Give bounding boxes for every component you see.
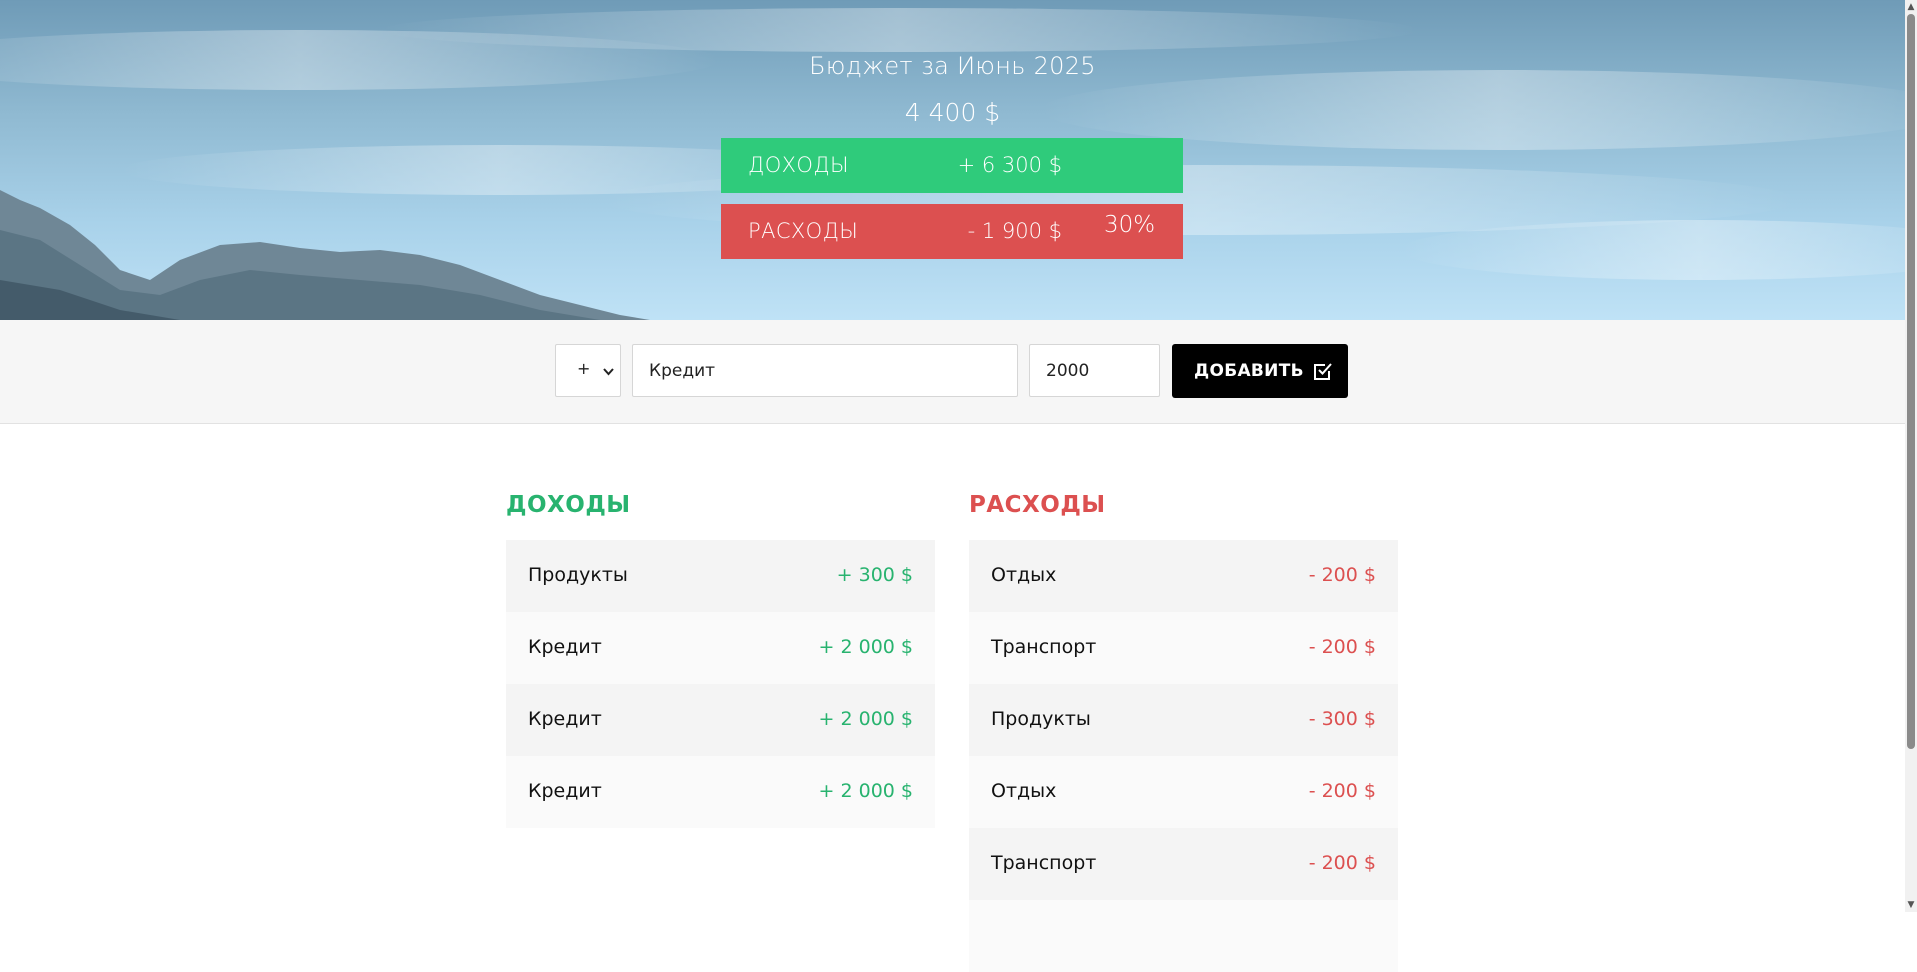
income-item-desc: Продукты (528, 564, 628, 586)
checkbox-icon (1312, 360, 1334, 387)
expense-summary-value: - 1 900 $ (967, 219, 1062, 243)
income-item: Кредит + 2 000 $ (506, 684, 935, 756)
budget-header: Бюджет за Июнь 2025 4 400 $ ДОХОДЫ + 6 3… (0, 0, 1905, 320)
expense-item-amount: - 300 $ (1308, 708, 1376, 730)
expense-item-amount: - 200 $ (1308, 564, 1376, 586)
expense-summary-label: РАСХОДЫ (748, 219, 859, 243)
income-list: Продукты + 300 $ Кредит + 2 000 $ Кредит… (506, 540, 935, 828)
expense-item: Продукты - 300 $ (969, 684, 1398, 756)
expense-item: Отдых - 200 $ (969, 756, 1398, 828)
expense-item-amount: - 200 $ (1308, 852, 1376, 874)
scroll-down-arrow-icon[interactable]: ▼ (1907, 900, 1915, 910)
mountain-image (0, 190, 650, 320)
income-item: Кредит + 2 000 $ (506, 756, 935, 828)
expense-summary: РАСХОДЫ - 1 900 $ 30% (721, 204, 1183, 259)
expense-item-desc: Отдых (991, 780, 1057, 802)
expense-list: Отдых - 200 $ Транспорт - 200 $ Продукты… (969, 540, 1398, 972)
expense-item-desc: Продукты (991, 708, 1091, 730)
income-item-amount: + 300 $ (836, 564, 913, 586)
add-item-bar: + ДОБАВИТЬ (0, 320, 1905, 424)
income-title: ДОХОДЫ (506, 492, 631, 518)
page-scrollbar[interactable]: ▲ ▼ (1905, 0, 1917, 912)
income-summary-label: ДОХОДЫ (748, 153, 849, 177)
expense-item-desc: Транспорт (991, 636, 1097, 658)
income-summary: ДОХОДЫ + 6 300 $ (721, 138, 1183, 193)
expense-item: Транспорт - 200 $ (969, 828, 1398, 900)
budget-total: 4 400 $ (904, 98, 1001, 127)
expense-item-desc: Транспорт (991, 852, 1097, 874)
chevron-down-icon (603, 361, 614, 381)
type-select[interactable]: + (555, 344, 621, 397)
expense-item: Транспорт - 200 $ (969, 612, 1398, 684)
type-select-value: + (577, 359, 591, 378)
add-button[interactable]: ДОБАВИТЬ (1172, 344, 1348, 398)
expense-percentage: 30% (1104, 212, 1156, 238)
description-input[interactable] (632, 344, 1018, 397)
income-item-desc: Кредит (528, 780, 602, 802)
value-input[interactable] (1029, 344, 1160, 397)
income-item-desc: Кредит (528, 708, 602, 730)
income-item-amount: + 2 000 $ (818, 636, 913, 658)
budget-title: Бюджет за Июнь 2025 (809, 52, 1096, 80)
income-item-desc: Кредит (528, 636, 602, 658)
expense-item: Отдых - 200 $ (969, 540, 1398, 612)
expense-item-amount: - 200 $ (1308, 636, 1376, 658)
add-button-label: ДОБАВИТЬ (1194, 361, 1304, 381)
income-summary-value: + 6 300 $ (957, 153, 1062, 177)
expense-item-desc: Отдых (991, 564, 1057, 586)
income-item-amount: + 2 000 $ (818, 780, 913, 802)
expense-item (969, 900, 1398, 972)
scroll-thumb[interactable] (1907, 14, 1915, 749)
income-item-amount: + 2 000 $ (818, 708, 913, 730)
scroll-up-arrow-icon[interactable]: ▲ (1907, 2, 1915, 12)
income-item: Продукты + 300 $ (506, 540, 935, 612)
expense-column: РАСХОДЫ Отдых - 200 $ Транспорт - 200 $ … (969, 492, 1398, 972)
income-item: Кредит + 2 000 $ (506, 612, 935, 684)
expense-item-amount: - 200 $ (1308, 780, 1376, 802)
income-column: ДОХОДЫ Продукты + 300 $ Кредит + 2 000 $… (506, 492, 935, 828)
expense-title: РАСХОДЫ (969, 492, 1106, 518)
